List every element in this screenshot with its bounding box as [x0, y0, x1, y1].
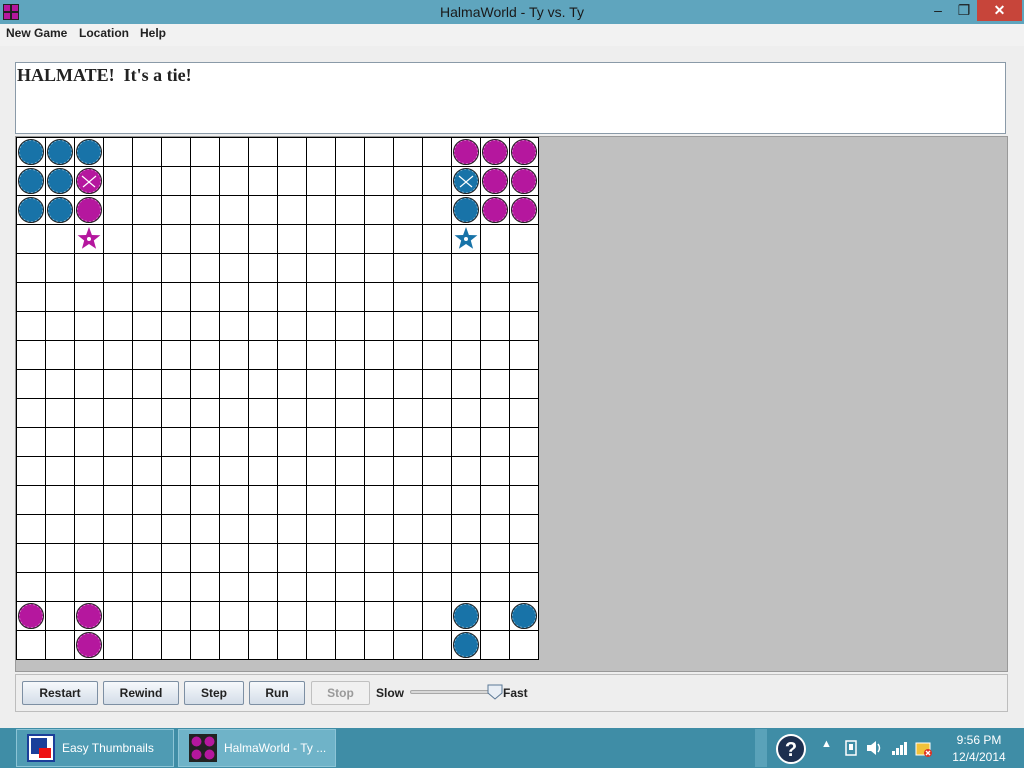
svg-text:?: ?: [785, 739, 797, 761]
clock-time[interactable]: 9:56 PM: [944, 733, 1014, 747]
game-piece-blue[interactable]: [453, 168, 479, 194]
taskbar-item-easy-thumbnails[interactable]: Easy Thumbnails: [16, 729, 174, 767]
game-piece-magenta[interactable]: [76, 168, 102, 194]
volume-icon[interactable]: [866, 740, 884, 756]
menu-bar: New Game Location Help: [0, 24, 1024, 46]
game-piece-magenta[interactable]: [511, 197, 537, 223]
game-piece-magenta[interactable]: [511, 168, 537, 194]
game-piece-blue[interactable]: [18, 168, 44, 194]
game-piece-blue[interactable]: [47, 139, 73, 165]
title-bar: HalmaWorld - Ty vs. Ty – ❐ ✕: [0, 0, 1024, 24]
game-piece-magenta[interactable]: [76, 632, 102, 658]
game-piece-blue[interactable]: [47, 168, 73, 194]
action-center-icon[interactable]: [915, 740, 933, 758]
menu-new-game[interactable]: New Game: [6, 26, 67, 40]
window-title: HalmaWorld - Ty vs. Ty: [440, 4, 584, 20]
speed-slider-thumb[interactable]: [487, 684, 503, 700]
game-piece-blue[interactable]: [453, 197, 479, 223]
halmaworld-icon: [189, 734, 217, 762]
taskbar-label: Easy Thumbnails: [62, 741, 154, 755]
taskbar-label: HalmaWorld - Ty ...: [224, 741, 327, 755]
status-message: HALMATE! It's a tie!: [17, 65, 192, 85]
game-piece-blue[interactable]: [18, 139, 44, 165]
stop-button: Stop: [311, 681, 370, 705]
network-device-icon[interactable]: [843, 740, 859, 756]
minimize-button[interactable]: –: [925, 0, 951, 21]
signal-icon[interactable]: [891, 740, 909, 756]
game-piece-blue[interactable]: [18, 197, 44, 223]
message-panel: HALMATE! It's a tie!: [15, 62, 1006, 134]
game-piece-magenta[interactable]: [511, 139, 537, 165]
easy-thumbnails-icon: [27, 734, 55, 762]
game-piece-blue[interactable]: [453, 632, 479, 658]
game-piece-magenta[interactable]: [453, 139, 479, 165]
clock-date[interactable]: 12/4/2014: [944, 750, 1014, 764]
game-board[interactable]: [16, 137, 539, 660]
game-piece-blue[interactable]: [453, 603, 479, 629]
restart-button[interactable]: Restart: [22, 681, 98, 705]
game-piece-magenta[interactable]: [482, 168, 508, 194]
menu-location[interactable]: Location: [79, 26, 129, 40]
step-button[interactable]: Step: [184, 681, 244, 705]
run-button[interactable]: Run: [249, 681, 305, 705]
show-hidden-icons-icon[interactable]: ▲: [821, 738, 832, 750]
game-piece-blue[interactable]: [47, 197, 73, 223]
game-piece-blue[interactable]: [511, 603, 537, 629]
game-piece-magenta[interactable]: [482, 197, 508, 223]
fast-label: Fast: [503, 686, 528, 700]
slow-label: Slow: [376, 686, 405, 700]
taskbar-scroll[interactable]: [755, 729, 767, 767]
taskbar-item-halmaworld[interactable]: HalmaWorld - Ty ...: [178, 729, 336, 767]
menu-help[interactable]: Help: [140, 26, 166, 40]
game-piece-magenta[interactable]: [76, 603, 102, 629]
help-icon[interactable]: ?: [774, 733, 808, 765]
rewind-button[interactable]: Rewind: [103, 681, 179, 705]
maximize-button[interactable]: ❐: [951, 0, 977, 21]
game-piece-magenta[interactable]: [482, 139, 508, 165]
game-piece-magenta[interactable]: [18, 603, 44, 629]
game-piece-blue[interactable]: [76, 139, 102, 165]
game-piece-magenta[interactable]: [76, 197, 102, 223]
close-button[interactable]: ✕: [977, 0, 1022, 21]
